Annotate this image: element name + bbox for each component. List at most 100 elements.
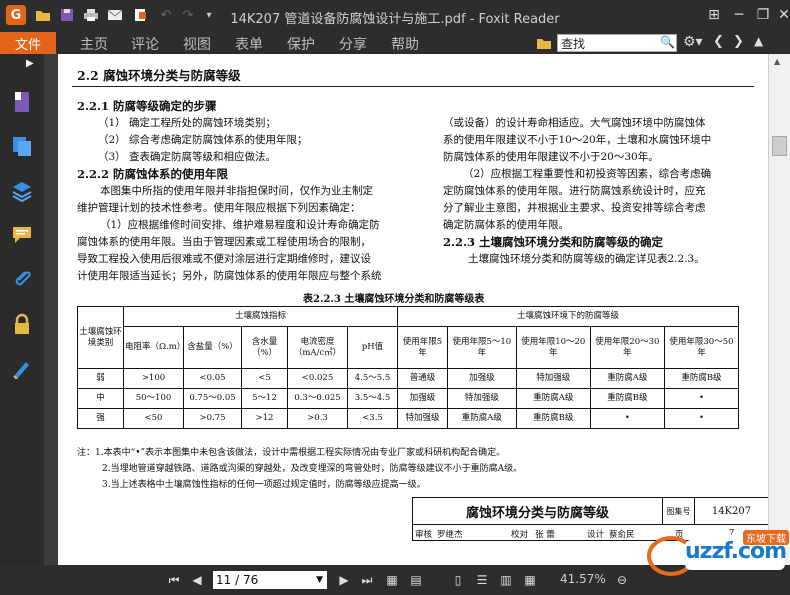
table-header: 使用年限10～20年 xyxy=(515,326,591,369)
page-number-value: 11 / 76 xyxy=(216,573,259,587)
table-cell: 强 xyxy=(77,408,124,429)
table-header: 土壤腐蚀环境下的防腐等级 xyxy=(397,306,739,327)
tab-protect[interactable]: 保护 xyxy=(287,34,315,54)
table-cell: <0.025 xyxy=(287,368,348,389)
actual-size-icon[interactable]: ▦ xyxy=(383,571,401,589)
zoom-level[interactable]: 41.57% xyxy=(560,572,606,586)
security-lock-icon[interactable] xyxy=(8,310,36,338)
table-cell: 3.5～4.5 xyxy=(347,388,398,409)
table-header: 土壤腐蚀指标 xyxy=(123,306,398,327)
checker-name: 张 蕾 xyxy=(535,530,555,540)
table-cell: >0.75 xyxy=(183,408,242,429)
reviewer-name: 罗继杰 xyxy=(437,530,463,540)
paragraph-line: （或设备）的设计寿命相适应。大气腐蚀环境中防腐蚀体 xyxy=(443,117,706,129)
first-page-icon[interactable]: ⏮ xyxy=(165,571,183,589)
table-cell: 中 xyxy=(77,388,124,409)
scroll-up-icon[interactable]: ▲ xyxy=(774,57,780,66)
subheading-2-2-1: 2.2.1 防腐等级确定的步骤 xyxy=(77,99,217,113)
table-cell: 加强级 xyxy=(397,388,448,409)
vertical-scrollbar[interactable]: ▲ ▼ xyxy=(768,54,790,565)
table-note: 注：1.本表中“•”表示本图集中未包含该做法，设计中需根据工程实际情况由专业厂家… xyxy=(77,448,506,458)
pdf-page[interactable]: 2.2 腐蚀环境分类与防腐等级 2.2.1 防腐等级确定的步骤 （1） 确定工程… xyxy=(58,54,768,565)
pages-icon[interactable] xyxy=(8,132,36,160)
paragraph-line: 维护管理计划的技术性参考。使用年限应根据下列因素确定： xyxy=(77,202,361,214)
table-caption: 表2.2.3 土壤腐蚀环境分类和防腐等级表 xyxy=(303,294,485,305)
zoom-out-icon[interactable]: ⊖ xyxy=(613,571,631,589)
table-cell: 重防腐A级 xyxy=(515,388,591,409)
collapse-ribbon-icon[interactable]: ▲ xyxy=(754,34,763,48)
paragraph-line: 确定防腐体系的使用年限。 xyxy=(443,219,569,231)
paragraph-line: （2）应根据工程重要性和初投资等因素，综合考虑确 xyxy=(463,168,712,180)
tab-view[interactable]: 视图 xyxy=(183,34,211,54)
table-row: 强 <50 >0.75 >12 >0.3 <3.5 特加强级 重防腐A级 重防腐B级 • • xyxy=(77,408,740,429)
table-cell: <0.05 xyxy=(183,368,242,389)
table-cell: 重防腐B级 xyxy=(589,388,665,409)
table-header: 含水量（%） xyxy=(241,326,288,369)
table-header: 电流密度（mA/c㎡） xyxy=(287,326,348,369)
tab-home[interactable]: 主页 xyxy=(80,34,108,54)
close-button[interactable]: ✕ xyxy=(770,2,790,28)
table-cell: 4.5～5.5 xyxy=(347,368,398,389)
table-header: 使用年限30～50年 xyxy=(663,326,740,369)
table-cell: • xyxy=(589,408,665,429)
table-header: pH值 xyxy=(347,326,398,369)
table-cell: 特加强级 xyxy=(397,408,448,429)
table-header: 使用年限5年 xyxy=(397,326,448,369)
search-icon[interactable]: 🔍 xyxy=(660,35,675,49)
layers-icon[interactable] xyxy=(8,177,36,205)
tab-share[interactable]: 分享 xyxy=(339,34,367,54)
comments-icon[interactable] xyxy=(8,221,36,249)
attachments-icon[interactable] xyxy=(8,265,36,293)
bookmarks-icon[interactable] xyxy=(8,88,36,116)
table-cell: 特加强级 xyxy=(515,368,591,389)
table-cell: 特加强级 xyxy=(446,388,517,409)
pane-divider[interactable] xyxy=(44,54,58,565)
corrosion-table: 土壤腐蚀环境类别 土壤腐蚀指标 土壤腐蚀环境下的防腐等级 电阻率（Ω.m） 含盐… xyxy=(77,306,740,429)
table-cell: >0.3 xyxy=(287,408,348,429)
title-bar: G ↶ ↷ ▾ 14K207 管道设备防腐蚀设计与施工.pdf - Foxit … xyxy=(0,0,790,32)
design-label: 设计 xyxy=(587,530,605,540)
table-cell: >12 xyxy=(241,408,288,429)
previous-page-icon[interactable]: ◀ xyxy=(188,571,206,589)
table-cell: <5 xyxy=(241,368,288,389)
fit-page-icon[interactable]: ▤ xyxy=(407,571,425,589)
facing-page-icon[interactable]: ▥ xyxy=(497,571,515,589)
last-page-icon[interactable]: ⏭ xyxy=(358,571,376,589)
watermark-cn: 东坡下载 xyxy=(743,530,789,545)
signatures-icon[interactable] xyxy=(8,354,36,382)
navigation-pane: ▶ xyxy=(0,54,44,565)
folder-search-icon[interactable] xyxy=(535,34,553,52)
tab-form[interactable]: 表单 xyxy=(235,34,263,54)
table-note: 2.当埋地管道穿越铁路、道路或沟渠的穿越处，及改变埋深的弯管处时，防腐等级建议不… xyxy=(102,464,523,474)
step-item: （2） 综合考虑确定防腐蚀体系的使用年限； xyxy=(98,134,308,146)
gear-icon[interactable]: ⚙▾ xyxy=(683,34,703,50)
forward-icon[interactable]: ❯ xyxy=(733,34,744,49)
table-note: 3.当上述表格中土壤腐蚀性指标的任何一项超过规定值时，防腐等级应提高一级。 xyxy=(102,480,426,490)
next-page-icon[interactable]: ▶ xyxy=(335,571,353,589)
page-number-input[interactable]: 11 / 76 ▼ xyxy=(213,571,327,589)
paragraph-line: 腐蚀体系的使用年限。当由于管理因素或工程使用场合的限制， xyxy=(77,236,371,248)
table-cell: <50 xyxy=(123,408,184,429)
chevron-down-icon[interactable]: ▼ xyxy=(316,575,323,585)
drawing-name: 腐蚀环境分类与防腐等级 xyxy=(413,498,663,525)
continuous-facing-icon[interactable]: ▦ xyxy=(521,571,539,589)
pin-icon[interactable]: ⊞ xyxy=(700,2,728,28)
table-cell: >100 xyxy=(123,368,184,389)
table-cell: 弱 xyxy=(77,368,124,389)
tab-comment[interactable]: 评论 xyxy=(131,34,159,54)
table-header: 使用年限5～10年 xyxy=(446,326,517,369)
table-cell: 50～100 xyxy=(123,388,184,409)
single-page-icon[interactable]: ▯ xyxy=(449,571,467,589)
paragraph-line: 防腐蚀体系的使用年限建议不小于20～30年。 xyxy=(443,151,659,163)
continuous-page-icon[interactable]: ☰ xyxy=(473,571,491,589)
tab-help[interactable]: 帮助 xyxy=(391,34,419,54)
expand-pane-icon[interactable]: ▶ xyxy=(26,58,34,69)
table-header: 土壤腐蚀环境类别 xyxy=(77,306,124,369)
subheading-2-2-3: 2.2.3 土壤腐蚀环境分类和防腐等级的确定 xyxy=(443,235,664,249)
back-icon[interactable]: ❮ xyxy=(713,34,724,49)
paragraph-line: （1）应根据维修时间安排、维护难易程度和设计寿命确定防 xyxy=(100,219,380,231)
file-tab[interactable]: 文件 xyxy=(0,32,56,54)
scroll-thumb[interactable] xyxy=(772,136,787,156)
table-header: 含盐量（%） xyxy=(183,326,242,369)
search-input[interactable] xyxy=(557,34,677,52)
